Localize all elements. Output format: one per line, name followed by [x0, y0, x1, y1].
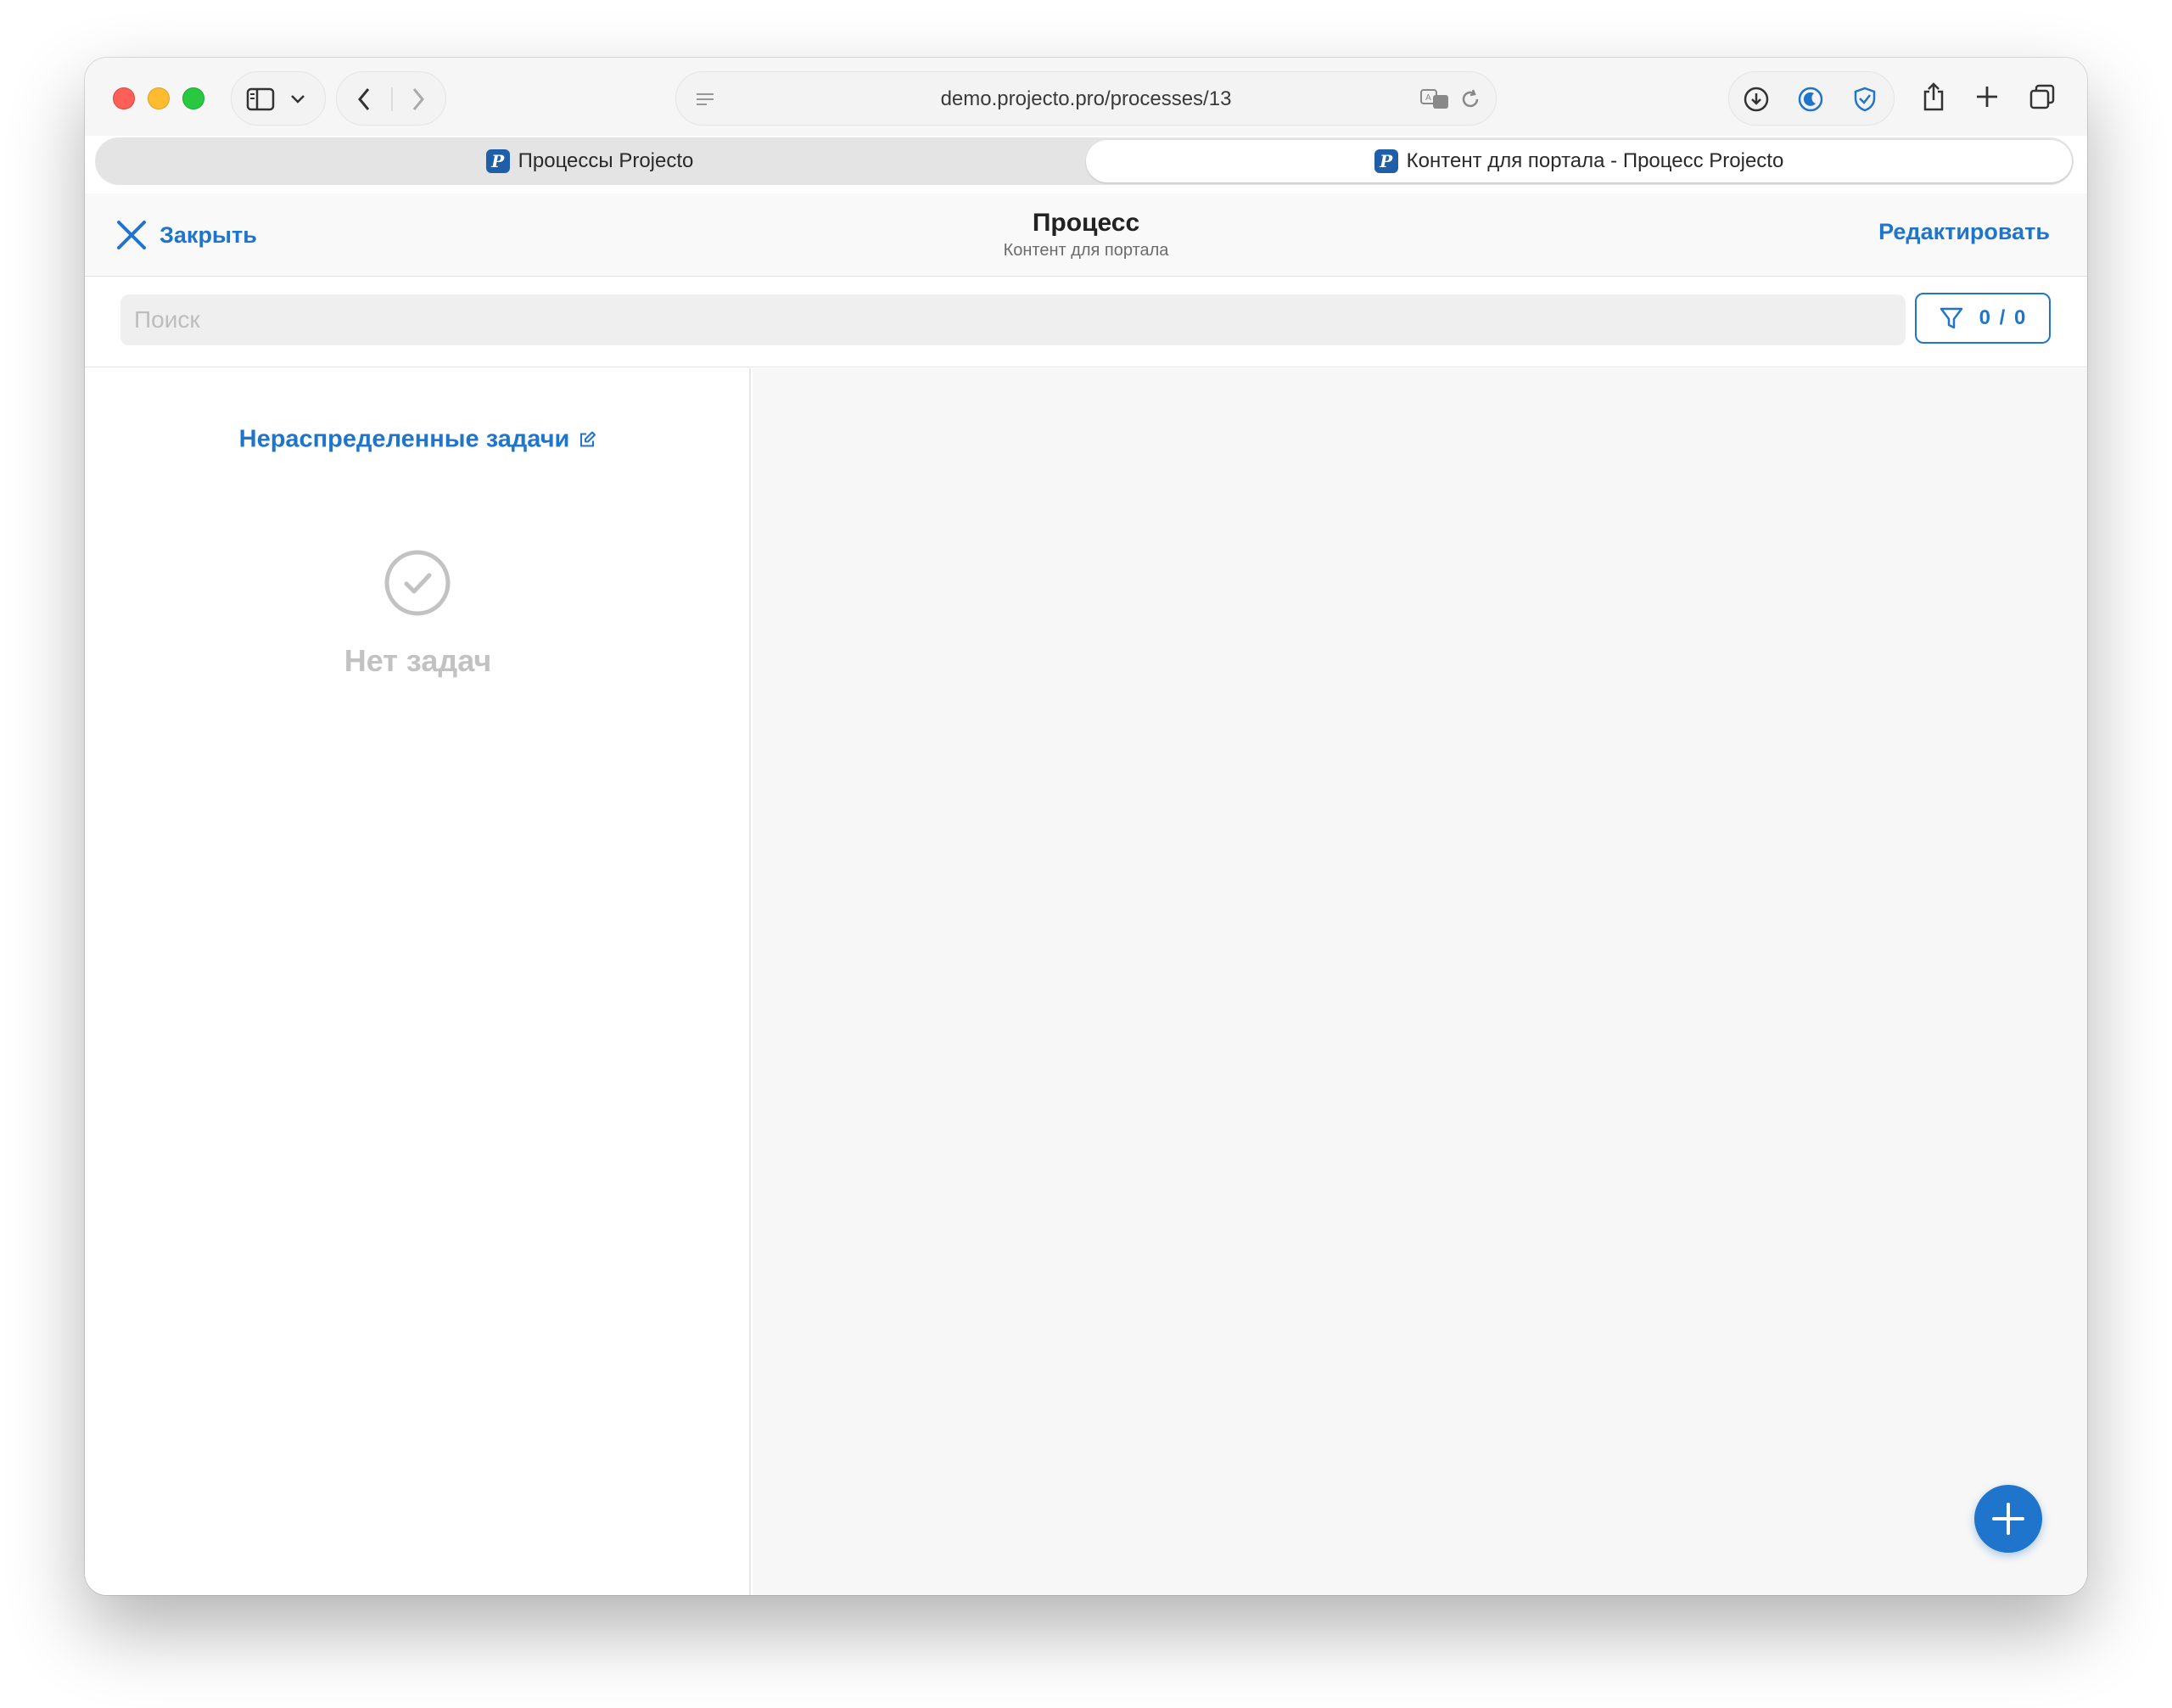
filter-count: 0 / 0	[1979, 306, 2028, 329]
dark-mode-icon[interactable]	[1795, 84, 1826, 115]
extensions-group	[1728, 71, 1895, 126]
add-task-button[interactable]	[1974, 1485, 2042, 1553]
section-title[interactable]: Нераспределенные задачи	[239, 426, 570, 454]
projecto-favicon-icon: P	[485, 149, 510, 173]
app-header: Закрыть Процесс Контент для портала Реда…	[85, 193, 2087, 277]
sidebar-toggle-group	[231, 71, 326, 126]
sidebar-icon[interactable]	[245, 84, 276, 115]
search-input[interactable]	[120, 294, 1906, 345]
share-icon[interactable]	[1918, 81, 1949, 112]
page-subtitle: Контент для портала	[1003, 241, 1169, 260]
new-tab-icon[interactable]	[1973, 83, 2001, 110]
browser-toolbar: demo.projecto.pro/processes/13 A	[85, 58, 2087, 136]
tab-content-process[interactable]: P Контент для портала - Процесс Projecto	[1086, 140, 2072, 182]
edit-icon[interactable]	[578, 430, 596, 449]
url-text[interactable]: demo.projecto.pro/processes/13	[676, 72, 1496, 126]
tab-overview-icon[interactable]	[2027, 81, 2057, 112]
minimize-window-button[interactable]	[148, 87, 170, 109]
filter-button[interactable]: 0 / 0	[1915, 293, 2051, 344]
page-title: Процесс	[1032, 209, 1140, 237]
process-board-area	[753, 368, 2087, 1595]
tab-processes[interactable]: P Процессы Projecto	[95, 137, 1084, 185]
tab-label: Процессы Projecto	[518, 149, 694, 172]
chevron-down-icon[interactable]	[288, 89, 308, 109]
zoom-window-button[interactable]	[182, 87, 204, 109]
plus-icon	[1992, 1503, 2024, 1535]
forward-icon[interactable]	[403, 84, 434, 115]
check-circle-icon	[383, 549, 451, 621]
unassigned-tasks-header[interactable]: Нераспределенные задачи	[85, 426, 751, 454]
back-icon[interactable]	[349, 84, 379, 115]
filter-icon	[1940, 307, 1962, 329]
empty-state-text: Нет задач	[344, 643, 492, 678]
search-bar: 0 / 0	[85, 277, 2087, 367]
browser-window: demo.projecto.pro/processes/13 A P Проце…	[85, 58, 2087, 1595]
nav-divider	[391, 87, 393, 111]
translate-icon[interactable]: A	[1419, 86, 1450, 113]
download-icon[interactable]	[1741, 84, 1772, 115]
tab-label: Контент для портала - Процесс Projecto	[1406, 149, 1784, 172]
tab-bar: P Процессы Projecto P Контент для портал…	[95, 137, 2074, 185]
shield-icon[interactable]	[1850, 84, 1880, 115]
reload-icon[interactable]	[1457, 86, 1484, 113]
address-bar[interactable]: demo.projecto.pro/processes/13 A	[675, 71, 1497, 126]
edit-button[interactable]: Редактировать	[1878, 219, 2050, 245]
navigation-group	[336, 71, 446, 126]
projecto-favicon-icon: P	[1374, 149, 1398, 173]
close-window-button[interactable]	[113, 87, 135, 109]
svg-text:A: A	[1425, 93, 1431, 103]
